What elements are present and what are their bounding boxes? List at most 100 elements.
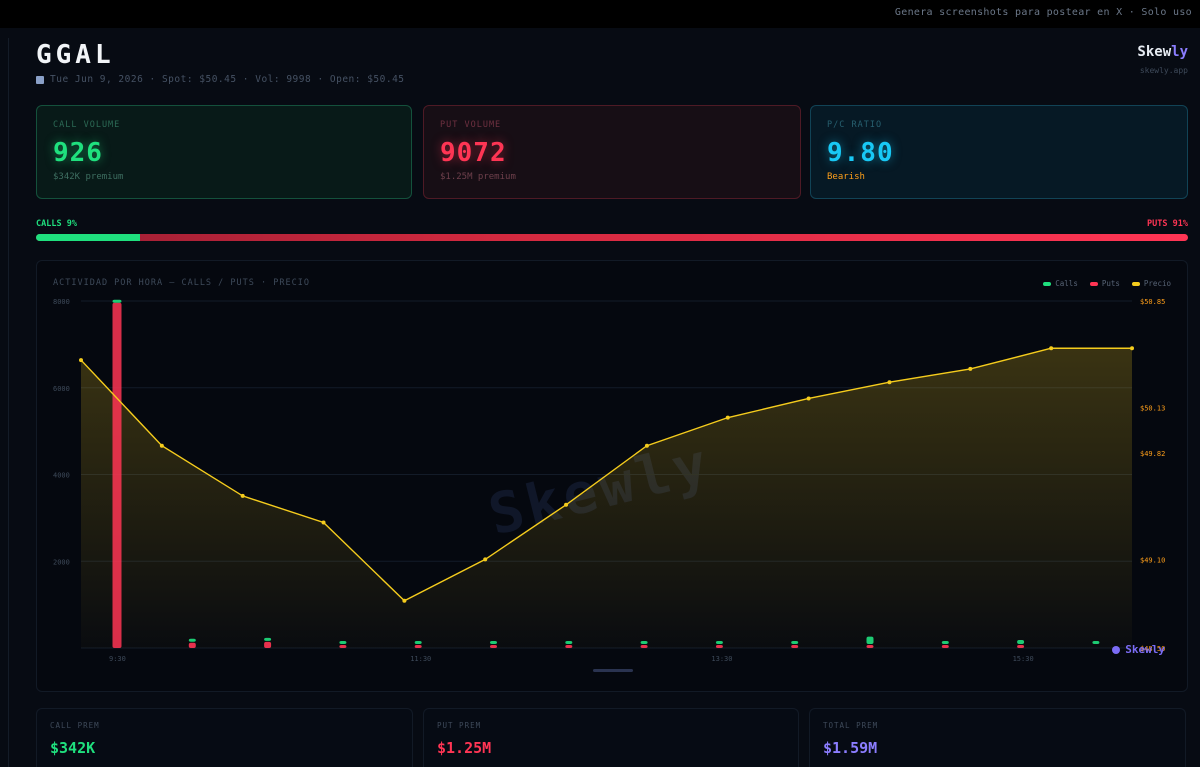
call-volume-card: CALL VOLUME 926 $342K premium (36, 105, 412, 199)
page-title: GGAL (36, 40, 115, 70)
price-point (564, 502, 569, 507)
put-bar (339, 645, 347, 648)
call-bar (1017, 640, 1025, 644)
legend-swatch (1131, 281, 1140, 286)
calls-fill (36, 234, 140, 241)
call-bar (866, 636, 874, 644)
legend-calls: Calls (1043, 279, 1078, 288)
put-prem-value: $1.25M (437, 739, 492, 757)
put-bar (715, 645, 723, 648)
call-bar (565, 641, 573, 644)
call-bar (339, 641, 347, 644)
header-meta: Tue Jun 9, 2026 · Spot: $50.45 · Vol: 99… (36, 74, 405, 85)
brand-url: skewly.app (1139, 66, 1188, 75)
legend-swatch (1089, 281, 1098, 286)
chart-title: ACTIVIDAD POR HORA — CALLS / PUTS · PREC… (53, 278, 310, 288)
x-tick-label: 13:30 (711, 655, 732, 663)
chart-canvas: 8000 6000 4000 2000 $50.85 $50.13 $49.82 $49.10… (53, 298, 1165, 663)
put-premium-card: PUT PREM $1.25M (423, 708, 799, 767)
meta-text: Tue Jun 9, 2026 · Spot: $50.45 · Vol: 99… (50, 74, 405, 85)
call-bar (112, 299, 122, 303)
puts-percent-label: PUTS 91% (1147, 219, 1188, 229)
y-left-tick-label: 8000 (53, 298, 70, 306)
call-bar (941, 641, 949, 644)
put-bar (866, 644, 874, 648)
banner-text: Genera screenshots para postear en X · S… (894, 7, 1192, 18)
call-bar (640, 641, 648, 644)
call-volume-label: CALL VOLUME (53, 120, 121, 130)
call-bar (414, 641, 422, 644)
y-left-tick-label: 2000 (53, 558, 70, 566)
calls-puts-ratio-bar (36, 234, 1188, 241)
call-bar (188, 638, 196, 642)
y-right-tick-label: $49.10 (1140, 556, 1165, 564)
legend-precio: Precio (1131, 279, 1171, 288)
legend-swatch (1043, 281, 1052, 286)
call-bar (264, 637, 272, 641)
call-bar (1092, 641, 1100, 644)
price-point (483, 557, 488, 562)
brand: Skewly skewly.app (1137, 44, 1188, 75)
pc-ratio-card: P/C RATIO 9.80 Bearish (810, 105, 1188, 199)
y-right-tick-label: $50.13 (1140, 404, 1165, 412)
put-bar (640, 645, 648, 648)
price-point (725, 415, 730, 420)
put-bar (941, 645, 949, 648)
call-prem-value: $342K (50, 739, 96, 757)
price-point (402, 598, 407, 603)
left-rail (8, 38, 9, 767)
price-point (887, 380, 892, 385)
put-premium-sub: $1.25M premium (440, 172, 516, 182)
call-prem-label: CALL PREM (50, 721, 100, 730)
price-point (806, 396, 811, 401)
put-volume-value: 9072 (440, 138, 507, 168)
top-banner: Genera screenshots para postear en X · S… (0, 0, 1200, 29)
price-point (968, 366, 973, 371)
call-bar (791, 641, 799, 644)
legend-puts: Puts (1089, 279, 1120, 288)
put-bar (112, 302, 122, 648)
price-point (1130, 346, 1134, 351)
call-bar (490, 641, 497, 644)
calls-percent-label: CALLS 9% (36, 219, 77, 229)
put-prem-label: PUT PREM (437, 721, 482, 730)
put-bar (791, 645, 799, 648)
sentiment-label: Bearish (827, 172, 865, 182)
hourly-activity-chart: Skewly 8000 6000 4000 2000 $50.85 $50.13 $49.8… (36, 260, 1188, 692)
price-point (321, 520, 326, 525)
put-volume-card: PUT VOLUME 9072 $1.25M premium (423, 105, 801, 199)
y-left-tick-label: 6000 (53, 385, 70, 393)
y-right-tick-label: $49.82 (1140, 450, 1165, 458)
brand-dot-icon (1112, 645, 1121, 654)
pc-ratio-label: P/C RATIO (827, 120, 883, 130)
call-volume-value: 926 (53, 138, 103, 168)
put-bar (565, 645, 573, 648)
chart-brand: Skewly (1112, 643, 1165, 656)
put-volume-label: PUT VOLUME (440, 120, 502, 130)
y-left-tick-label: 4000 (53, 472, 70, 480)
price-area (81, 348, 1132, 648)
put-bar (414, 645, 422, 648)
x-tick-label: 11:30 (410, 655, 431, 663)
calendar-icon (36, 75, 44, 84)
chart-scroll-handle[interactable] (593, 669, 633, 672)
price-point (79, 358, 83, 363)
price-point (644, 443, 649, 448)
x-tick-label: 9:30 (109, 655, 126, 663)
total-prem-label: TOTAL PREM (823, 721, 879, 730)
brand-logo: Skewly (1137, 44, 1188, 60)
y-right-tick-label: $50.85 (1140, 298, 1165, 306)
call-premium-sub: $342K premium (53, 172, 124, 182)
price-point (159, 443, 164, 448)
x-tick-label: 15:30 (1013, 655, 1034, 663)
call-bar (715, 641, 723, 644)
put-bar (188, 642, 196, 648)
total-premium-card: TOTAL PREM $1.59M (809, 708, 1186, 767)
total-prem-value: $1.59M (823, 739, 878, 757)
put-bar (1017, 644, 1025, 648)
chart-legend: Calls Puts Precio (1043, 279, 1171, 288)
price-point (240, 493, 245, 498)
call-premium-card: CALL PREM $342K (36, 708, 413, 767)
price-point (1049, 346, 1054, 351)
pc-ratio-value: 9.80 (827, 138, 894, 168)
